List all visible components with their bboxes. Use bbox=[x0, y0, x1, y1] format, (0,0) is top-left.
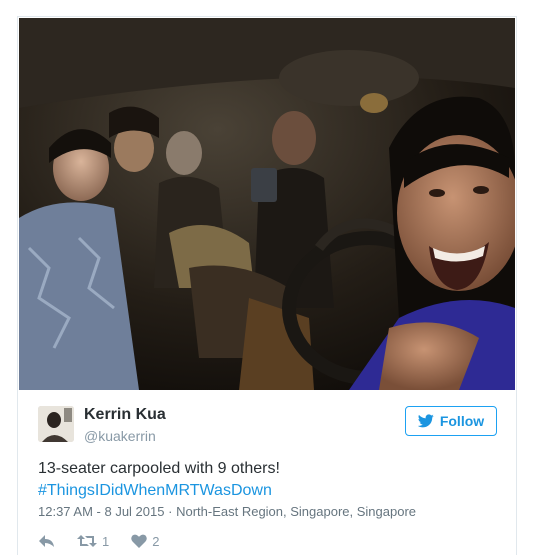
like-button[interactable]: 2 bbox=[131, 534, 159, 549]
reply-button[interactable] bbox=[38, 534, 55, 548]
author-avatar[interactable] bbox=[38, 406, 74, 442]
heart-icon bbox=[131, 534, 147, 548]
retweet-icon bbox=[77, 535, 97, 547]
bird-icon bbox=[417, 414, 434, 428]
retweet-button[interactable]: 1 bbox=[77, 534, 109, 549]
selfie-photo-illustration bbox=[19, 18, 515, 390]
retweet-count: 1 bbox=[102, 533, 110, 549]
reply-arrow-icon bbox=[39, 535, 54, 547]
tweet-photo[interactable] bbox=[19, 18, 515, 390]
author-name[interactable]: Kerrin Kua bbox=[84, 406, 166, 424]
hashtag-link[interactable]: #ThingsIDidWhenMRTWasDown bbox=[38, 480, 508, 502]
meta-separator: · bbox=[168, 504, 173, 519]
author-handle[interactable]: @kuakerrin bbox=[84, 428, 156, 444]
tweet-body: 13-seater carpooled with 9 others! bbox=[38, 460, 280, 477]
tweet-location[interactable]: North-East Region, Singapore, Singapore bbox=[176, 504, 416, 519]
follow-label: Follow bbox=[439, 413, 485, 429]
tweet-text: 13-seater carpooled with 9 others! #Thin… bbox=[38, 458, 508, 502]
like-count: 2 bbox=[152, 533, 160, 549]
tweet-meta: 12:37 AM - 8 Jul 2015 · North-East Regio… bbox=[38, 504, 416, 519]
tweet-actions: 1 2 bbox=[38, 532, 159, 550]
follow-button[interactable]: Follow bbox=[405, 406, 497, 436]
tweet-timestamp[interactable]: 12:37 AM - 8 Jul 2015 bbox=[38, 504, 164, 519]
embedded-tweet-card: Kerrin Kua @kuakerrin Follow 13-seater c… bbox=[17, 16, 517, 555]
